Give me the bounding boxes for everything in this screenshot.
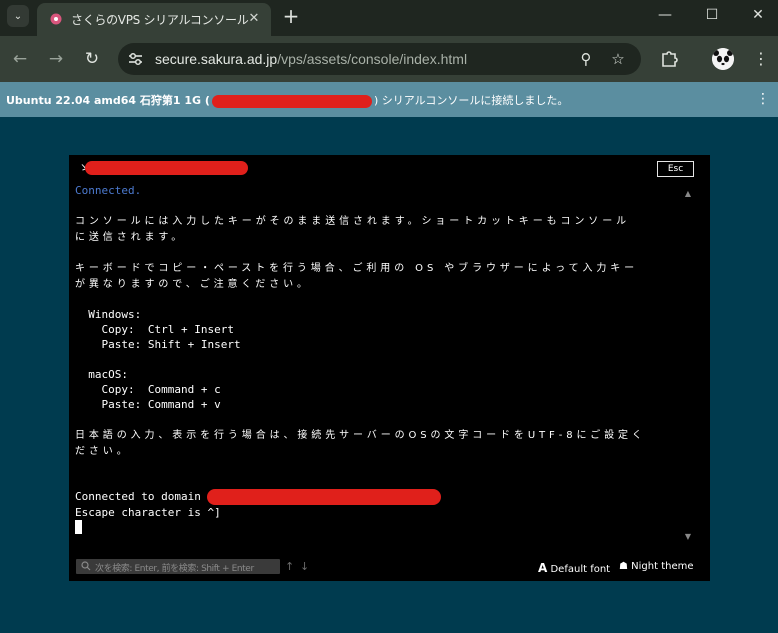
new-tab-button[interactable]: +	[281, 6, 301, 26]
sakura-favicon-icon	[50, 13, 62, 25]
windows-copy: Copy: Ctrl + Insert	[101, 323, 234, 336]
night-theme-label: Night theme	[631, 561, 694, 572]
search-prev-arrow-icon[interactable]: ↑	[285, 559, 294, 574]
connection-banner: Ubuntu 22.04 amd64 石狩第1 1G ( ) シリアルコンソールに…	[0, 82, 778, 117]
tab-search-chevron-icon[interactable]: ⌄	[7, 5, 29, 27]
banner-text: Ubuntu 22.04 amd64 石狩第1 1G ( ) シリアルコンソールに…	[6, 92, 568, 108]
info-line: キーボードでコピー・ペーストを行う場合、ご利用の OS やブラウザーによって入力…	[75, 263, 639, 274]
profile-avatar[interactable]	[712, 48, 734, 70]
bookmark-star-icon[interactable]: ☆	[609, 50, 627, 68]
banner-suffix: ) シリアルコンソールに接続しました。	[373, 94, 569, 107]
tab-title: さくらのVPS シリアルコンソール	[71, 13, 249, 27]
search-next-arrow-icon[interactable]: ↓	[300, 559, 309, 574]
escape-character-line: Escape character is ^]	[75, 506, 221, 519]
tab-strip: ⌄ さくらのVPS シリアルコンソール ✕ + — ☐ ✕	[0, 0, 778, 36]
windows-header: Windows:	[88, 308, 142, 321]
url-path: /vps/assets/console/index.html	[277, 51, 468, 67]
panda-avatar-icon	[712, 48, 734, 70]
info-line: ださい。	[75, 446, 131, 457]
forward-arrow-icon[interactable]: →	[45, 48, 67, 70]
reload-icon[interactable]: ↻	[81, 48, 103, 70]
url-text[interactable]: secure.sakura.ad.jp/vps/assets/console/i…	[155, 51, 467, 67]
macos-paste: Paste: Command + v	[101, 398, 221, 411]
console-search-input[interactable]: 次を検索: Enter, 前を検索: Shift + Enter	[76, 559, 280, 574]
terminal-output[interactable]: Connected. コンソールには入力したキーがそのまま送信されます。ショート…	[75, 183, 687, 535]
browser-toolbar: ← → ↻ secure.sakura.ad.jp/vps/assets/con…	[0, 36, 778, 82]
minimize-icon[interactable]: —	[650, 4, 680, 26]
close-tab-icon[interactable]: ✕	[247, 12, 261, 26]
info-line: コンソールには入力したキーがそのまま送信されます。ショートカットキーもコンソール	[75, 216, 630, 227]
windows-paste: Paste: Shift + Insert	[101, 338, 241, 351]
redaction-mark	[211, 94, 372, 108]
serial-console[interactable]: ゝ. Esc ▲ ▼ Connected. コンソールには入力したキーがそのまま…	[69, 155, 710, 581]
browser-tab[interactable]: さくらのVPS シリアルコンソール ✕	[37, 3, 271, 36]
site-settings-icon[interactable]	[127, 51, 144, 67]
ghost-icon: ☗	[619, 561, 628, 572]
esc-button[interactable]: Esc	[657, 161, 694, 177]
back-arrow-icon[interactable]: ←	[9, 48, 31, 70]
address-bar[interactable]: secure.sakura.ad.jp/vps/assets/console/i…	[118, 43, 641, 75]
search-icon	[81, 561, 91, 571]
macos-header: macOS:	[88, 368, 128, 381]
zoom-search-icon[interactable]: ⚲	[577, 50, 595, 68]
connected-domain-line: Connected to domain	[75, 490, 208, 503]
redaction-mark	[85, 161, 248, 175]
terminal-cursor	[75, 520, 82, 534]
info-line: に送信されます。	[75, 232, 186, 243]
search-placeholder: 次を検索: Enter, 前を検索: Shift + Enter	[95, 564, 254, 574]
banner-prefix: Ubuntu 22.04 amd64 石狩第1 1G (	[6, 94, 210, 107]
night-theme-button[interactable]: ☗ Night theme	[619, 561, 694, 572]
extensions-puzzle-icon[interactable]	[660, 48, 680, 68]
info-line: 日本語の入力、表示を行う場合は、接続先サーバーのOSの文字コードをUTF-8にご…	[75, 430, 646, 441]
default-font-label: Default font	[550, 564, 611, 575]
redaction-mark	[207, 489, 442, 505]
connected-line: Connected.	[75, 184, 142, 197]
browser-menu-icon[interactable]: ⋮	[753, 48, 769, 70]
font-a-icon: A	[538, 561, 548, 575]
url-host: secure.sakura.ad.jp	[155, 51, 278, 67]
macos-copy: Copy: Command + c	[101, 383, 221, 396]
info-line: が異なりますので、ご注意ください。	[75, 279, 311, 290]
window-close-icon[interactable]: ✕	[743, 4, 773, 26]
maximize-icon[interactable]: ☐	[697, 4, 727, 26]
banner-menu-icon[interactable]: ⋮	[756, 90, 770, 108]
default-font-button[interactable]: A Default font	[538, 561, 610, 575]
